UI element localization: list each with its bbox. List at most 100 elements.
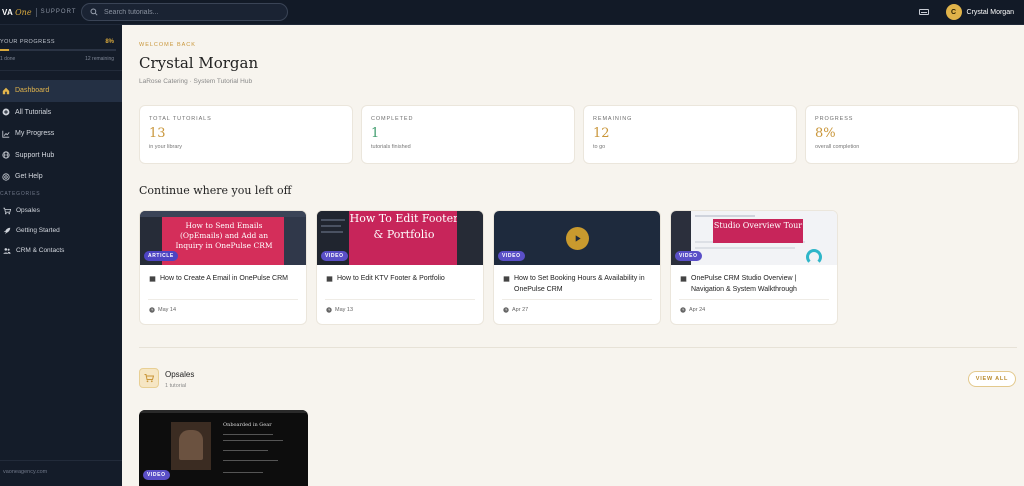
chart-icon [2, 130, 10, 138]
type-badge: VIDEO [675, 251, 702, 261]
sidebar-item-my-progress[interactable]: My Progress [0, 123, 122, 145]
stat-label: PROGRESS [815, 116, 854, 122]
stat-label: REMAINING [593, 116, 633, 122]
stat-sub: tutorials finished [371, 144, 411, 150]
category-icon-box [139, 368, 159, 388]
logo-one: One [15, 7, 32, 17]
users-icon [3, 247, 11, 254]
plus-circle-icon [2, 108, 10, 116]
sidebar: YOUR PROGRESS 8% 1 done 12 remaining Das… [0, 25, 122, 486]
sidebar-item-label: Support Hub [15, 151, 55, 159]
page-title: Crystal Morgan [139, 54, 259, 72]
sidebar-item-label: My Progress [15, 130, 55, 138]
page-subtitle: LaRose Catering · System Tutorial Hub [139, 78, 253, 85]
logo-va: VA [2, 7, 14, 17]
book-icon [680, 276, 687, 282]
stat-card-remaining: REMAINING 12 to go [583, 105, 797, 164]
card-title: How to Create A Email in OnePulse CRM [160, 275, 288, 282]
sidebar-nav: Dashboard All Tutorials My Progress Supp… [0, 80, 122, 188]
card-date: Apr 27 [512, 307, 529, 313]
cart-icon [3, 207, 11, 214]
sidebar-item-support-hub[interactable]: Support Hub [0, 145, 122, 167]
category-tutorial-card[interactable]: Onboarded in Gear VIDEO [139, 410, 308, 486]
view-all-button[interactable]: VIEW ALL [968, 371, 1016, 387]
play-button[interactable] [566, 227, 589, 250]
continue-cards: How to Send Emails (OpEmails) and Add an… [139, 210, 838, 325]
help-icon [2, 173, 10, 181]
logo-support: SUPPORT [40, 9, 77, 15]
rocket-icon [3, 227, 11, 234]
top-bar: VA One SUPPORT C Crystal Morgan [0, 0, 1024, 25]
stat-value: 8% [815, 126, 836, 141]
clock-icon [326, 307, 332, 313]
stat-card-total: TOTAL TUTORIALS 13 in your library [139, 105, 353, 164]
sidebar-footer-link[interactable]: vaoneagency.com [0, 460, 122, 486]
sidebar-item-all-tutorials[interactable]: All Tutorials [0, 102, 122, 124]
thumbnail-text: Onboarded in Gear [223, 422, 272, 428]
card-icon[interactable] [918, 9, 929, 15]
logo[interactable]: VA One SUPPORT [0, 0, 81, 25]
stat-sub: overall completion [815, 144, 860, 150]
type-badge: VIDEO [321, 251, 348, 261]
search-input[interactable] [104, 8, 274, 16]
progress-remaining: 12 remaining [85, 56, 114, 62]
continue-heading: Continue where you left off [139, 184, 292, 197]
cart-icon [144, 374, 154, 383]
tutorial-card[interactable]: How to Send Emails (OpEmails) and Add an… [139, 210, 307, 325]
avatar[interactable]: C [945, 4, 962, 20]
book-icon [149, 276, 156, 282]
category-count: 1 tutorial [165, 383, 187, 389]
stat-sub: in your library [149, 144, 183, 150]
sidebar-category-crm-contacts[interactable]: CRM & Contacts [0, 241, 122, 261]
tutorial-card[interactable]: VIDEO How to Set Booking Hours & Availab… [493, 210, 661, 325]
sidebar-category-opsales[interactable]: Opsales [0, 201, 122, 221]
sidebar-item-get-help[interactable]: Get Help [0, 166, 122, 188]
main-content: WELCOME BACK Crystal Morgan LaRose Cater… [122, 25, 1024, 486]
sidebar-category-label: Opsales [16, 207, 40, 214]
sidebar-item-label: Get Help [15, 173, 43, 181]
tutorial-card[interactable]: Studio Overview Tour VIDEO OnePulse CRM … [670, 210, 838, 325]
stat-value: 1 [371, 126, 380, 141]
type-badge: ARTICLE [144, 251, 178, 261]
tutorial-card[interactable]: How To Edit Footer & Portfolio VIDEO How… [316, 210, 484, 325]
thumbnail-text: Studio Overview Tour [713, 219, 803, 243]
stat-value: 12 [593, 126, 610, 141]
thumbnail-text: How To Edit Footer & Portfolio [349, 211, 459, 265]
type-badge: VIDEO [143, 470, 170, 480]
clock-icon [503, 307, 509, 313]
type-badge: VIDEO [498, 251, 525, 261]
search-box[interactable] [81, 3, 288, 21]
book-icon [503, 276, 510, 282]
card-title: How to Edit KTV Footer & Portfolio [337, 275, 445, 282]
user-name[interactable]: Crystal Morgan [967, 9, 1014, 16]
card-thumbnail[interactable]: VIDEO [494, 211, 660, 265]
sidebar-item-dashboard[interactable]: Dashboard [0, 80, 122, 102]
card-date: May 13 [335, 307, 354, 313]
sidebar-category-getting-started[interactable]: Getting Started [0, 221, 122, 241]
card-thumbnail[interactable]: How To Edit Footer & Portfolio VIDEO [317, 211, 483, 265]
categories-title: CATEGORIES [0, 190, 41, 197]
progress-percent: 8% [105, 39, 114, 45]
sidebar-item-label: All Tutorials [15, 108, 52, 116]
progress-fill [0, 49, 10, 51]
progress-track [0, 49, 116, 51]
stat-value: 13 [149, 126, 166, 141]
sidebar-category-label: Getting Started [16, 227, 60, 234]
stat-label: COMPLETED [371, 116, 414, 122]
category-name: Opsales [165, 370, 195, 379]
sidebar-category-label: CRM & Contacts [16, 247, 65, 254]
section-divider [139, 347, 1017, 348]
card-title: How to Set Booking Hours & Availability … [514, 275, 645, 293]
welcome-label: WELCOME BACK [139, 42, 196, 48]
card-thumbnail[interactable]: Studio Overview Tour VIDEO [671, 211, 837, 265]
card-thumbnail[interactable]: How to Send Emails (OpEmails) and Add an… [140, 211, 306, 265]
stat-card-completed: COMPLETED 1 tutorials finished [361, 105, 575, 164]
logo-divider [35, 7, 37, 17]
stat-sub: to go [593, 144, 606, 150]
card-date: May 14 [158, 307, 177, 313]
play-icon [575, 235, 581, 242]
search-icon [90, 8, 98, 16]
sidebar-item-label: Dashboard [15, 87, 50, 95]
progress-title: YOUR PROGRESS [0, 39, 56, 45]
thumbnail-text: How to Send Emails (OpEmails) and Add an… [162, 217, 286, 265]
